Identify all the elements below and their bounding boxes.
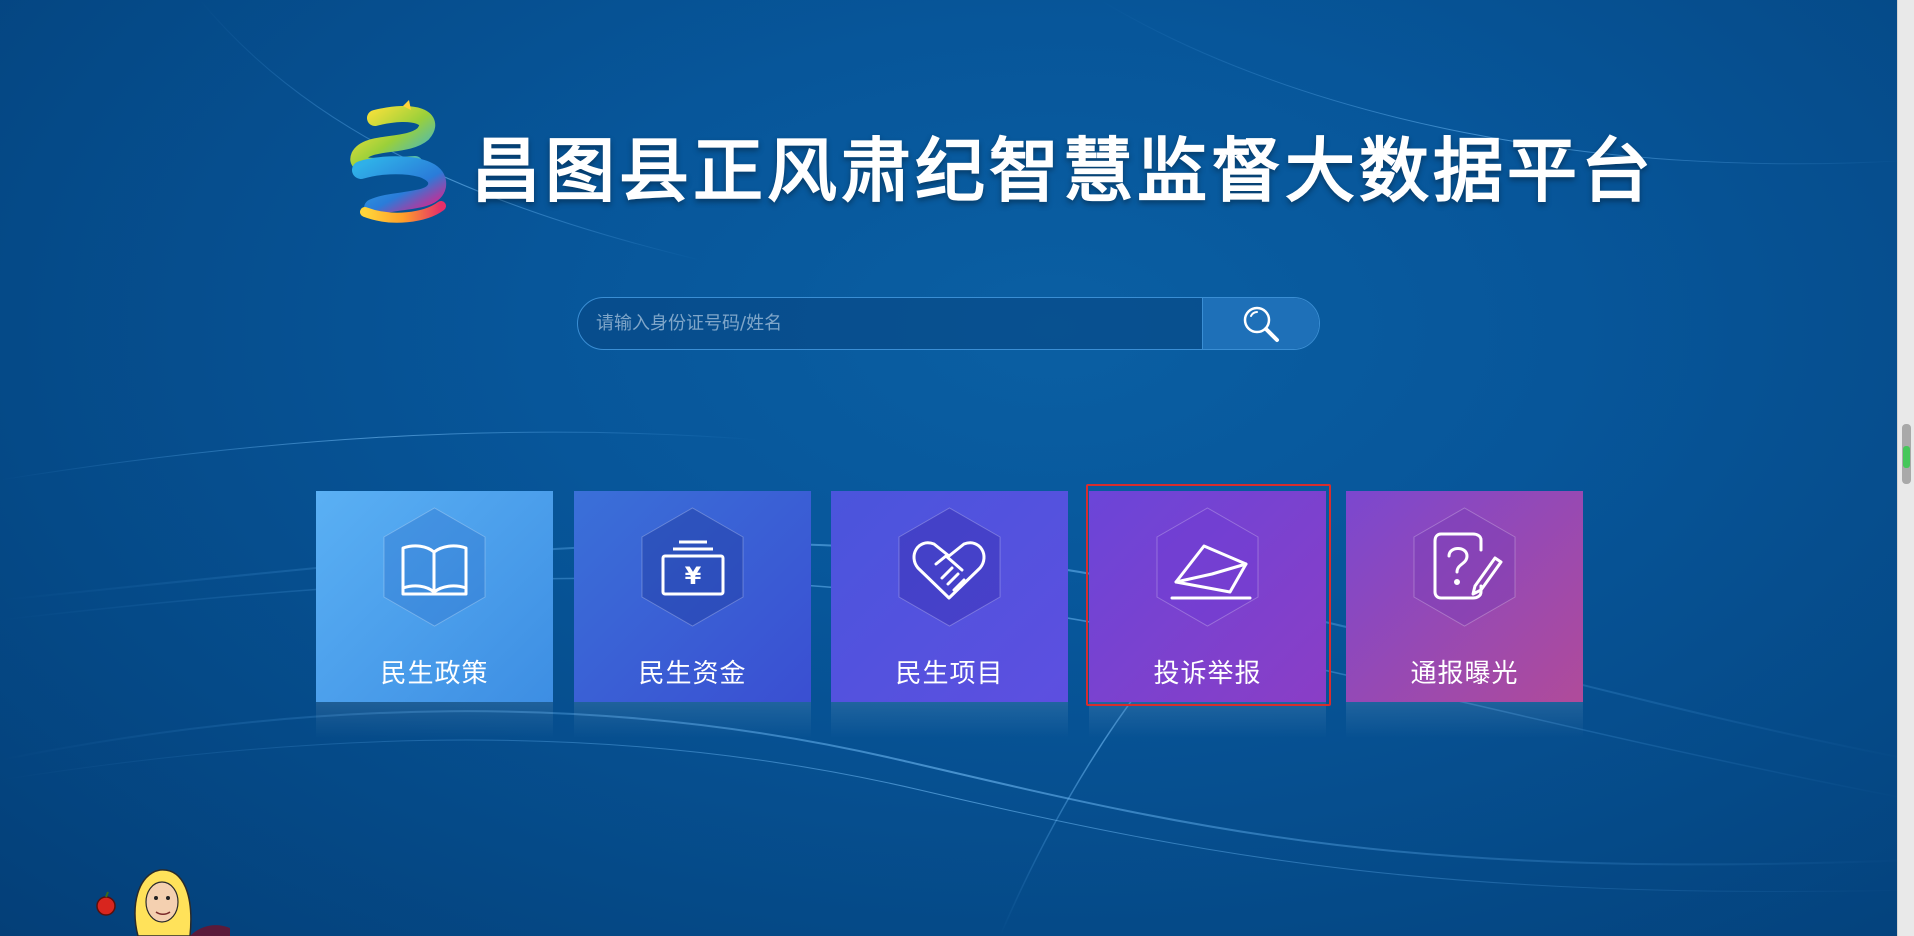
hexagon-badge <box>383 507 486 627</box>
card-reflection <box>574 702 811 738</box>
category-cards: 民生政策 ¥ 民生资金 民生项目 投诉举报 通报曝光 <box>316 491 1583 738</box>
card-reflection <box>1089 702 1326 738</box>
card-reflection <box>316 702 553 738</box>
card-label: 民生项目 <box>895 659 1004 689</box>
vertical-scrollbar[interactable] <box>1897 0 1914 936</box>
card-label: 通报曝光 <box>1410 659 1519 689</box>
card-label: 民生资金 <box>638 659 747 689</box>
svg-text:¥: ¥ <box>685 562 702 590</box>
search-input[interactable] <box>578 298 1202 349</box>
hexagon-badge <box>1413 507 1516 627</box>
hexagon-badge <box>1156 507 1259 627</box>
card-reflection <box>831 702 1068 738</box>
card-label: 民生政策 <box>380 659 489 689</box>
card-exposure[interactable]: 通报曝光 <box>1346 491 1583 738</box>
search-icon <box>1243 306 1279 342</box>
scrollbar-marker <box>1903 446 1910 468</box>
card-label: 投诉举报 <box>1153 659 1262 689</box>
page-title: 昌图县正风肃纪智慧监督大数据平台 <box>471 129 1655 212</box>
card-policy[interactable]: 民生政策 <box>316 491 553 738</box>
card-funds[interactable]: ¥ 民生资金 <box>574 491 811 738</box>
hexagon-badge <box>898 507 1001 627</box>
scrollbar-thumb[interactable] <box>1902 424 1911 484</box>
mascot-character <box>96 869 230 936</box>
search-button[interactable] <box>1202 298 1319 349</box>
page-header: 昌图县正风肃纪智慧监督大数据平台 <box>345 100 1655 230</box>
card-reflection <box>1346 702 1583 738</box>
search-bar <box>577 297 1320 350</box>
hexagon-badge: ¥ <box>641 507 744 627</box>
card-complaint[interactable]: 投诉举报 <box>1089 491 1326 738</box>
card-projects[interactable]: 民生项目 <box>831 491 1068 738</box>
swirl-logo-icon <box>350 100 446 223</box>
